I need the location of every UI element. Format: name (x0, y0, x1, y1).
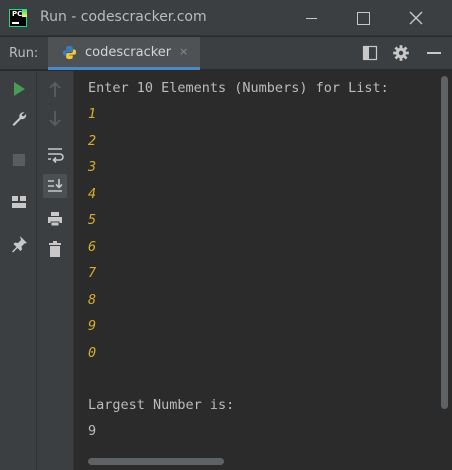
run-tool-strip (0, 71, 37, 470)
settings-icon[interactable] (392, 44, 410, 62)
pycharm-logo-icon: PC (9, 9, 27, 27)
pin-icon[interactable] (9, 234, 29, 254)
minimize-button[interactable] (299, 6, 323, 30)
title-bar: PC Run - codescracker.com (0, 0, 452, 36)
console-input-line: 1 (88, 106, 97, 122)
tab-codescracker[interactable]: codescracker × (48, 37, 200, 70)
horizontal-scrollbar-thumb[interactable] (88, 458, 224, 465)
soft-wrap-icon[interactable] (45, 144, 65, 164)
console-output[interactable]: Enter 10 Elements (Numbers) for List: 1 … (74, 71, 437, 455)
trash-icon[interactable] (45, 239, 65, 259)
layout-grid-icon[interactable] (9, 192, 29, 212)
scroll-to-end-button[interactable] (43, 174, 67, 198)
layout-icon[interactable] (361, 44, 379, 62)
console-input-line: 9 (88, 318, 97, 334)
console-tool-strip (37, 71, 74, 470)
console-input-line: 4 (88, 185, 97, 202)
vertical-scrollbar-thumb[interactable] (441, 76, 448, 409)
run-toolbar: Run: codescracker × (0, 37, 452, 70)
console-input-line: 7 (88, 265, 97, 281)
run-label: Run: (9, 46, 39, 61)
up-arrow-icon[interactable] (45, 80, 65, 100)
result-label: Largest Number is: (88, 397, 235, 413)
print-icon[interactable] (45, 209, 65, 229)
result-value: 9 (88, 423, 97, 439)
window-title: Run - codescracker.com (40, 9, 207, 25)
scroll-to-end-icon (48, 179, 63, 192)
close-icon (409, 11, 423, 25)
tab-close-icon[interactable]: × (179, 45, 188, 58)
console-input-line: 8 (88, 291, 97, 308)
console-input-line: 6 (88, 238, 97, 255)
console-input-line: 2 (88, 132, 97, 149)
rerun-icon[interactable] (9, 79, 29, 99)
console-input-line: 5 (88, 212, 97, 228)
console-input-line: 0 (88, 344, 97, 361)
tab-label: codescracker (85, 45, 172, 60)
stop-icon[interactable] (9, 150, 29, 170)
wrench-icon[interactable] (9, 109, 29, 129)
maximize-button[interactable] (351, 6, 375, 30)
python-icon (62, 45, 77, 60)
console-prompt: Enter 10 Elements (Numbers) for List: (88, 80, 389, 96)
hide-panel-icon[interactable] (425, 44, 443, 62)
console-input-line: 3 (88, 159, 97, 175)
close-window-button[interactable] (404, 6, 428, 30)
down-arrow-icon[interactable] (45, 108, 65, 128)
